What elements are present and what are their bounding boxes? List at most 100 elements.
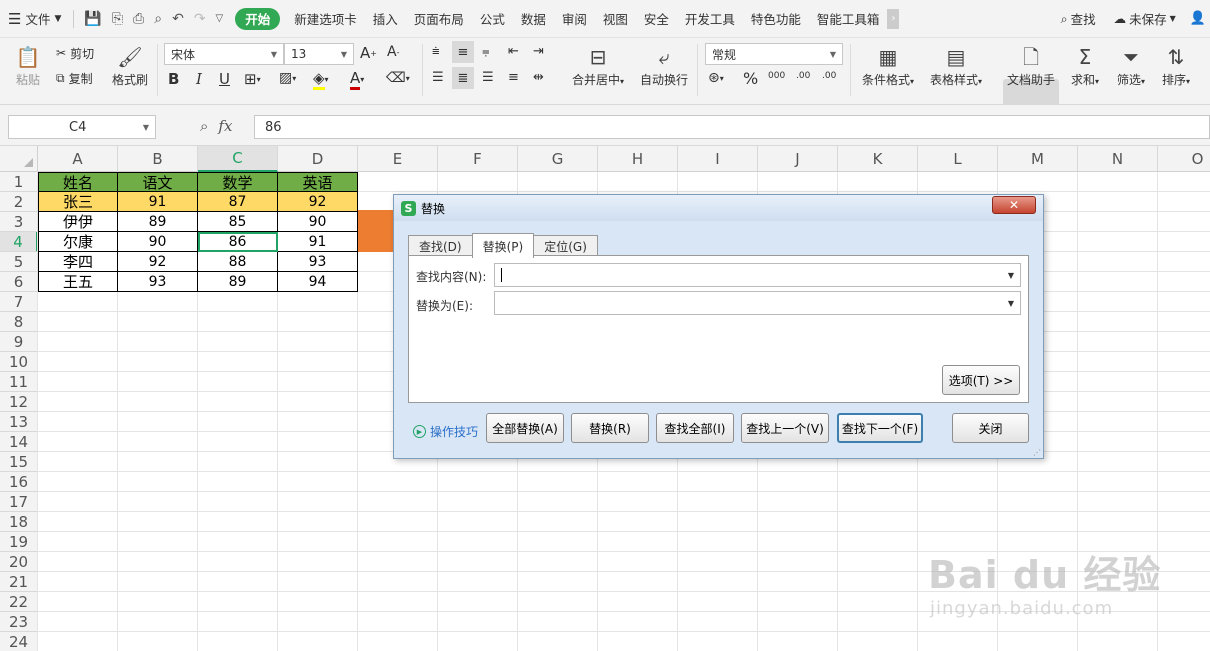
- column-header[interactable]: N: [1078, 146, 1158, 172]
- row-header[interactable]: 20: [0, 552, 38, 572]
- conditional-format-button[interactable]: ▦ 条件格式▾: [858, 42, 918, 92]
- chevron-down-icon[interactable]: ▼: [1008, 299, 1014, 308]
- fx-icon[interactable]: fx: [218, 117, 232, 135]
- tab-find[interactable]: 查找(D): [408, 235, 473, 257]
- column-header[interactable]: I: [678, 146, 758, 172]
- fill-color-button[interactable]: ◈ ▾: [313, 69, 329, 90]
- font-shrink-button[interactable]: A-: [387, 44, 399, 60]
- column-header[interactable]: G: [518, 146, 598, 172]
- percent-button[interactable]: %: [743, 69, 758, 88]
- align-center-icon[interactable]: ≣: [452, 67, 474, 89]
- align-top-icon[interactable]: ⩧: [432, 44, 440, 59]
- align-bottom-icon[interactable]: ⩦: [482, 44, 490, 59]
- border-button[interactable]: ⊞ ▾: [244, 70, 261, 88]
- header-cell[interactable]: 数学: [198, 172, 278, 192]
- font-grow-button[interactable]: A +: [360, 44, 377, 62]
- font-name-select[interactable]: 宋体 ▼: [164, 43, 284, 65]
- dialog-close-text-button[interactable]: 关闭: [952, 413, 1029, 443]
- column-header[interactable]: J: [758, 146, 838, 172]
- column-header[interactable]: M: [998, 146, 1078, 172]
- filter-button[interactable]: ⏷ 筛选▾: [1111, 42, 1151, 92]
- find-next-button[interactable]: 查找下一个(F): [837, 413, 923, 443]
- sort-button[interactable]: ⇅ 排序▾: [1156, 42, 1196, 92]
- justify-icon[interactable]: ≡: [508, 70, 519, 85]
- tab-view[interactable]: 视图: [595, 0, 636, 37]
- select-all-corner[interactable]: [0, 146, 38, 172]
- table-cell[interactable]: 90: [118, 232, 198, 252]
- column-header[interactable]: B: [118, 146, 198, 172]
- align-right-icon[interactable]: ☰: [482, 70, 494, 85]
- table-cell[interactable]: 92: [118, 252, 198, 272]
- dialog-title-bar[interactable]: S 替换 ✕: [394, 195, 1043, 221]
- thousands-button[interactable]: 000: [768, 71, 785, 81]
- table-cell[interactable]: 90: [278, 212, 358, 232]
- replace-button[interactable]: 替换(R): [571, 413, 649, 443]
- dialog-close-button[interactable]: ✕: [992, 196, 1036, 214]
- row-header[interactable]: 8: [0, 312, 38, 332]
- row-header[interactable]: 5: [0, 252, 38, 272]
- row-header[interactable]: 9: [0, 332, 38, 352]
- fill-pattern-button[interactable]: ▨ ▾: [279, 70, 296, 86]
- row-header[interactable]: 12: [0, 392, 38, 412]
- underline-button[interactable]: U: [219, 70, 230, 88]
- cut-button[interactable]: ✂ 剪切: [56, 44, 94, 62]
- table-cell[interactable]: 92: [278, 192, 358, 212]
- tab-new[interactable]: 新建选项卡: [286, 0, 365, 37]
- table-cell[interactable]: 94: [278, 272, 358, 292]
- find-prev-button[interactable]: 查找上一个(V): [741, 413, 829, 443]
- row-header[interactable]: 15: [0, 452, 38, 472]
- row-header[interactable]: 13: [0, 412, 38, 432]
- tab-developer[interactable]: 开发工具: [677, 0, 743, 37]
- align-left-icon[interactable]: ☰: [432, 70, 444, 85]
- column-header[interactable]: F: [438, 146, 518, 172]
- table-cell[interactable]: 伊伊: [38, 212, 118, 232]
- row-header[interactable]: 7: [0, 292, 38, 312]
- file-menu[interactable]: ☰ 文件 ▼: [0, 0, 69, 37]
- table-cell[interactable]: 88: [198, 252, 278, 272]
- doc-assistant-button[interactable]: 🗋 文档助手: [1003, 42, 1059, 92]
- name-box[interactable]: C4 ▼: [8, 115, 156, 139]
- undo-icon[interactable]: ↶: [172, 11, 184, 27]
- formula-input[interactable]: 86: [254, 115, 1210, 139]
- indent-decrease-icon[interactable]: ⇤: [508, 44, 519, 59]
- row-header[interactable]: 21: [0, 572, 38, 592]
- column-header[interactable]: A: [38, 146, 118, 172]
- table-cell[interactable]: 尔康: [38, 232, 118, 252]
- italic-button[interactable]: I: [196, 70, 202, 88]
- print-preview-icon[interactable]: ⌕: [154, 11, 162, 27]
- row-header[interactable]: 10: [0, 352, 38, 372]
- tips-link[interactable]: ▶ 操作技巧: [413, 423, 478, 440]
- paste-button[interactable]: 📋 粘贴: [10, 42, 46, 92]
- table-cell[interactable]: 李四: [38, 252, 118, 272]
- column-header[interactable]: L: [918, 146, 998, 172]
- column-header[interactable]: O: [1158, 146, 1210, 172]
- column-header[interactable]: E: [358, 146, 438, 172]
- tab-replace[interactable]: 替换(P): [471, 233, 535, 258]
- column-header[interactable]: C: [198, 146, 278, 172]
- replace-input[interactable]: ▼: [494, 291, 1021, 315]
- bold-button[interactable]: B: [168, 70, 179, 88]
- table-cell[interactable]: 91: [278, 232, 358, 252]
- tab-data[interactable]: 数据: [513, 0, 554, 37]
- tab-formulas[interactable]: 公式: [472, 0, 513, 37]
- header-cell[interactable]: 英语: [278, 172, 358, 192]
- row-header[interactable]: 23: [0, 612, 38, 632]
- table-cell[interactable]: 85: [198, 212, 278, 232]
- table-cell[interactable]: 93: [118, 272, 198, 292]
- table-style-button[interactable]: ▤ 表格样式▾: [926, 42, 986, 92]
- header-cell[interactable]: 语文: [118, 172, 198, 192]
- search-button[interactable]: ⌕ 查找: [1057, 9, 1100, 28]
- row-header[interactable]: 18: [0, 512, 38, 532]
- zoom-icon[interactable]: ⌕: [200, 117, 208, 135]
- tab-home[interactable]: 开始: [235, 7, 281, 30]
- tab-page-layout[interactable]: 页面布局: [406, 0, 472, 37]
- row-header[interactable]: 1: [0, 172, 38, 192]
- table-cell[interactable]: 89: [118, 212, 198, 232]
- decimal-increase-button[interactable]: .00: [796, 71, 810, 81]
- replace-all-button[interactable]: 全部替换(A): [486, 413, 564, 443]
- table-cell[interactable]: 93: [278, 252, 358, 272]
- tab-insert[interactable]: 插入: [365, 0, 406, 37]
- font-size-select[interactable]: 13 ▼: [284, 43, 354, 65]
- tab-smart-toolbox[interactable]: 智能工具箱: [809, 0, 888, 37]
- tab-features[interactable]: 特色功能: [743, 0, 809, 37]
